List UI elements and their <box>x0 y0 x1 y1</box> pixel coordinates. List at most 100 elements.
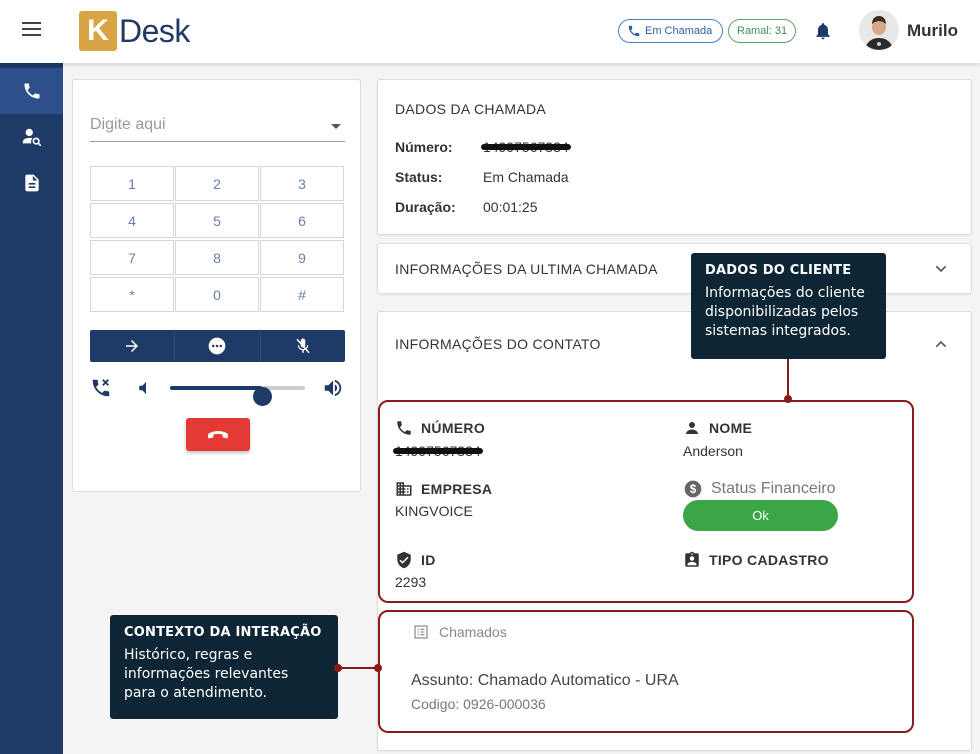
document-icon <box>24 174 39 192</box>
phone-icon <box>628 25 640 37</box>
context-callout-connector <box>338 667 378 669</box>
call-duration-label: Duração: <box>395 199 456 215</box>
call-end-icon <box>208 430 228 438</box>
call-status-value: Em Chamada <box>483 169 569 185</box>
call-status-badge: Em Chamada <box>618 19 724 43</box>
ticket-code: Codigo: 0926-000036 <box>411 696 546 712</box>
mic-off-icon <box>296 338 310 354</box>
financial-status-label-text: Status Financeiro <box>711 480 836 497</box>
key-7[interactable]: 7 <box>90 240 174 275</box>
logo-text: Desk <box>119 12 190 49</box>
client-data-callout: DADOS DO CLIENTE Informações do cliente … <box>691 253 886 359</box>
call-status-row: Status: Em Chamada <box>395 169 569 185</box>
key-3[interactable]: 3 <box>260 166 344 201</box>
tickets-title: Chamados <box>413 624 507 640</box>
key-5[interactable]: 5 <box>175 203 259 238</box>
key-hash[interactable]: # <box>260 277 344 312</box>
arrow-right-icon <box>126 340 139 352</box>
contact-panel: INFORMAÇÕES DO CONTATO NÚMERO 1499756733… <box>377 311 972 751</box>
tickets-title-text: Chamados <box>439 624 507 640</box>
menu-icon[interactable] <box>22 18 46 38</box>
call-forward-icon[interactable] <box>90 377 112 399</box>
sidebar-item-contacts[interactable] <box>0 114 63 160</box>
chevron-down-icon[interactable] <box>331 124 341 129</box>
volume-row <box>90 377 350 406</box>
volume-slider[interactable] <box>170 386 305 406</box>
sidebar-item-calls[interactable] <box>0 68 63 114</box>
key-1[interactable]: 1 <box>90 166 174 201</box>
client-callout-connector <box>787 359 789 399</box>
call-action-bar <box>90 330 345 362</box>
volume-low-icon[interactable] <box>134 379 152 397</box>
contact-company-value: KINGVOICE <box>395 503 473 519</box>
contact-name-value: Anderson <box>683 443 743 459</box>
context-callout-dot-left <box>334 664 342 672</box>
chevron-up-icon[interactable] <box>933 336 949 352</box>
contact-title: INFORMAÇÕES DO CONTATO <box>395 336 601 352</box>
context-callout-text: Histórico, regras e informações relevant… <box>124 647 289 701</box>
call-number-value: 14997567334 <box>481 139 571 155</box>
financial-status-badge: Ok <box>683 500 838 531</box>
phone-icon <box>24 83 39 99</box>
volume-knob[interactable] <box>252 387 272 406</box>
hangup-button[interactable] <box>186 418 250 451</box>
key-8[interactable]: 8 <box>175 240 259 275</box>
contact-company-label-text: EMPRESA <box>421 481 493 497</box>
building-icon <box>396 482 412 496</box>
key-2[interactable]: 2 <box>175 166 259 201</box>
user-name[interactable]: Murilo <box>907 21 958 41</box>
key-9[interactable]: 9 <box>260 240 344 275</box>
more-options-button[interactable] <box>175 330 261 362</box>
key-4[interactable]: 4 <box>90 203 174 238</box>
mute-button[interactable] <box>261 330 345 362</box>
avatar[interactable] <box>859 10 899 50</box>
call-status-label: Status: <box>395 169 443 185</box>
volume-high-icon[interactable] <box>322 377 344 399</box>
contact-id-value: 2293 <box>395 574 427 590</box>
svg-text:$: $ <box>690 483 697 496</box>
contact-search-icon <box>22 128 41 147</box>
top-bar: K Desk Em Chamada Ramal: 31 Murilo <box>0 0 980 63</box>
dollar-circle-icon: $ <box>684 480 702 498</box>
contact-type-label-text: TIPO CADASTRO <box>709 552 829 568</box>
contact-id-label: ID <box>395 551 436 569</box>
list-icon <box>414 625 428 639</box>
more-horizontal-icon <box>209 337 226 355</box>
last-call-title: INFORMAÇÕES DA ULTIMA CHAMADA <box>395 261 658 277</box>
phone-icon <box>397 421 411 435</box>
transfer-button[interactable] <box>90 330 176 362</box>
ticket-subject[interactable]: Assunto: Chamado Automatico - URA <box>411 672 679 690</box>
keypad: 1 2 3 4 5 6 7 8 9 * 0 # <box>90 166 345 312</box>
key-star[interactable]: * <box>90 277 174 312</box>
call-duration-value: 00:01:25 <box>483 199 538 215</box>
ramal-badge: Ramal: 31 <box>728 19 797 43</box>
contact-name-label: NOME <box>683 419 752 437</box>
financial-status-label: $ Status Financeiro <box>683 479 836 499</box>
context-callout: CONTEXTO DA INTERAÇÃO Histórico, regras … <box>110 615 338 719</box>
bell-icon[interactable] <box>813 20 833 47</box>
contact-id-label-text: ID <box>421 552 436 568</box>
client-data-callout-text: Informações do cliente disponibilizadas … <box>705 285 865 339</box>
contact-number-label: NÚMERO <box>395 419 485 437</box>
dialer-card: 1 2 3 4 5 6 7 8 9 * 0 # <box>72 79 361 492</box>
dial-input[interactable] <box>90 116 315 134</box>
contact-company-label: EMPRESA <box>395 480 492 498</box>
call-number-label: Número: <box>395 139 453 155</box>
key-0[interactable]: 0 <box>175 277 259 312</box>
call-info-panel: DADOS DA CHAMADA Número: 14997567334 Stat… <box>377 79 972 235</box>
logo-mark: K <box>79 11 117 51</box>
context-callout-title: CONTEXTO DA INTERAÇÃO <box>124 625 322 640</box>
shield-icon <box>397 551 411 569</box>
call-status-text: Em Chamada <box>645 25 713 37</box>
person-icon <box>686 422 698 434</box>
contact-name-label-text: NOME <box>709 420 753 436</box>
client-data-callout-title: DADOS DO CLIENTE <box>705 263 852 278</box>
call-info-title: DADOS DA CHAMADA <box>395 101 547 117</box>
badge-icon <box>685 551 699 567</box>
contact-type-label: TIPO CADASTRO <box>683 551 829 569</box>
dial-input-field[interactable] <box>90 116 345 142</box>
sidebar-item-documents[interactable] <box>0 160 63 206</box>
chevron-down-icon[interactable] <box>933 261 949 277</box>
volume-fill <box>170 386 262 390</box>
key-6[interactable]: 6 <box>260 203 344 238</box>
